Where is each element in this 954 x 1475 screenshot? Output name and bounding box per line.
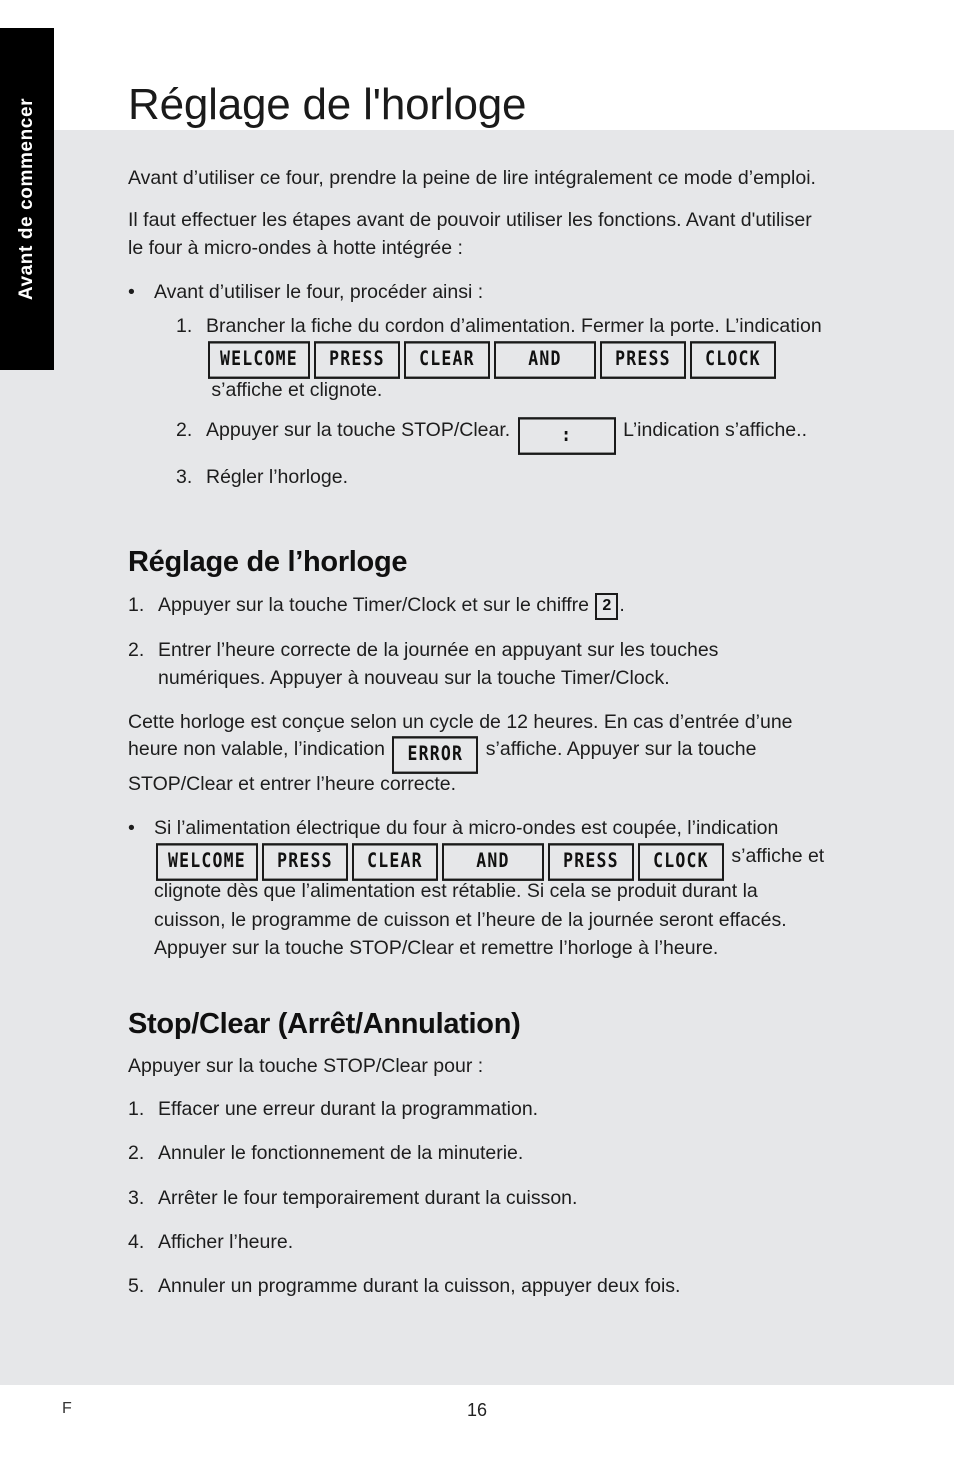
section-title-clock: Réglage de l’horloge xyxy=(128,545,408,578)
stop-items-list: 1. Effacer une erreur durant la programm… xyxy=(128,1095,828,1300)
lcd-clear-2: CLEAR xyxy=(351,842,438,881)
clock-steps-list: 1. Appuyer sur la touche Timer/Clock et … xyxy=(128,591,828,693)
stop-item-1: 1. Effacer une erreur durant la programm… xyxy=(128,1095,828,1123)
stop-item-5-number: 5. xyxy=(128,1275,145,1298)
stop-item-3-text: Arrêter le four temporairement durant la… xyxy=(158,1186,578,1209)
bullet-icon: • xyxy=(128,280,135,303)
lcd-colon: : xyxy=(517,417,616,455)
stop-intro-paragraph: Appuyer sur la touche STOP/Clear pour : xyxy=(128,1055,484,1078)
setup-step-1: 1. Brancher la fiche du cordon d’aliment… xyxy=(176,312,828,404)
setup-step-3-number: 3. xyxy=(176,466,193,489)
setup-step-2-number: 2. xyxy=(176,418,193,441)
clock-step-2-number: 2. xyxy=(128,639,145,662)
stop-item-4: 4. Afficher l’heure. xyxy=(128,1228,828,1256)
stop-item-2: 2. Annuler le fonctionnement de la minut… xyxy=(128,1139,828,1167)
setup-steps-list: 1. Brancher la fiche du cordon d’aliment… xyxy=(176,312,828,492)
sidebar-tab-label: Avant de commencer xyxy=(16,97,37,301)
power-loss-text-before: Si l’alimentation électrique du four à m… xyxy=(154,816,779,839)
setup-step-1-number: 1. xyxy=(176,314,193,337)
text-column: Réglage de l'horloge Avant d’utiliser ce… xyxy=(128,0,828,1316)
setup-step-1-text-after: s’affiche et clignote. xyxy=(211,378,383,401)
setup-step-3: 3. Régler l’horloge. xyxy=(176,463,828,491)
stop-item-3: 3. Arrêter le four temporairement durant… xyxy=(128,1184,828,1212)
stop-item-4-number: 4. xyxy=(128,1230,145,1253)
clock-step-1-text-before: Appuyer sur la touche Timer/Clock et sur… xyxy=(158,594,589,617)
lcd-press-3: PRESS xyxy=(261,842,348,881)
lcd-and-1: AND xyxy=(493,341,596,379)
lcd-welcome-1: WELCOME xyxy=(208,341,310,379)
key-glyph-2: 2 xyxy=(595,593,619,621)
power-loss-bullet: • Si l’alimentation électrique du four à… xyxy=(128,814,828,963)
setup-step-2: 2. Appuyer sur la touche STOP/Clear. : L… xyxy=(176,416,828,455)
intro-bullet: • Avant d’utiliser le four, procéder ain… xyxy=(128,278,828,306)
lcd-clear-1: CLEAR xyxy=(403,341,490,379)
clock-step-1: 1. Appuyer sur la touche Timer/Clock et … xyxy=(128,591,828,621)
setup-step-2-text-before: Appuyer sur la touche STOP/Clear. xyxy=(206,418,511,441)
bullet-icon: • xyxy=(128,816,135,839)
stop-item-3-number: 3. xyxy=(128,1186,145,1209)
clock-step-2-body: Entrer l’heure correcte de la journée en… xyxy=(158,639,719,690)
lcd-error: ERROR xyxy=(392,736,479,774)
stop-item-1-text: Effacer une erreur durant la programmati… xyxy=(158,1098,539,1121)
error-paragraph: Cette horloge est conçue selon un cycle … xyxy=(128,709,828,799)
setup-step-1-body: Brancher la fiche du cordon d’alimentati… xyxy=(206,312,828,404)
lcd-press-2: PRESS xyxy=(599,341,686,379)
stop-item-1-number: 1. xyxy=(128,1098,145,1121)
stop-item-4-text: Afficher l’heure. xyxy=(158,1230,294,1253)
clock-step-2: 2. Entrer l’heure correcte de la journée… xyxy=(128,636,828,693)
page-title: Réglage de l'horloge xyxy=(128,80,527,129)
setup-step-2-text-after: L’indication s’affiche.. xyxy=(623,418,807,441)
clock-step-1-body: Appuyer sur la touche Timer/Clock et sur… xyxy=(158,591,828,621)
setup-step-1-text-before: Brancher la fiche du cordon d’alimentati… xyxy=(206,314,822,337)
stop-item-5: 5. Annuler un programme durant la cuisso… xyxy=(128,1272,828,1300)
lcd-clock-2: CLOCK xyxy=(637,842,724,881)
lcd-and-2: AND xyxy=(441,842,544,881)
stop-item-5-text: Annuler un programme durant la cuisson, … xyxy=(158,1275,681,1298)
intro-bullet-text: Avant d’utiliser le four, procéder ainsi… xyxy=(154,280,484,303)
lcd-clock-1: CLOCK xyxy=(689,341,776,379)
clock-step-1-number: 1. xyxy=(128,594,145,617)
lcd-press-1: PRESS xyxy=(313,341,400,379)
intro-paragraph-2: Il faut effectuer les étapes avant de po… xyxy=(128,209,812,259)
clock-step-1-text-after: . xyxy=(619,594,625,617)
footer-page-number: 16 xyxy=(466,1400,488,1420)
lcd-press-4: PRESS xyxy=(547,842,634,881)
setup-step-2-body: Appuyer sur la touche STOP/Clear. : L’in… xyxy=(206,416,828,455)
intro-paragraph-1: Avant d’utiliser ce four, prendre la pei… xyxy=(128,166,816,189)
section-title-stop-clear: Stop/Clear (Arrêt/Annulation) xyxy=(128,1008,521,1041)
document-page: Avant de commencer Réglage de l'horloge … xyxy=(0,0,954,1475)
sidebar-section-tab: Avant de commencer xyxy=(0,28,54,370)
lcd-welcome-2: WELCOME xyxy=(156,842,258,881)
power-loss-body: Si l’alimentation électrique du four à m… xyxy=(154,814,828,963)
stop-item-2-text: Annuler le fonctionnement de la minuteri… xyxy=(158,1142,524,1165)
stop-item-2-number: 2. xyxy=(128,1142,145,1165)
setup-step-3-body: Régler l’horloge. xyxy=(206,466,348,489)
page-footer: F 16 xyxy=(0,1400,954,1440)
